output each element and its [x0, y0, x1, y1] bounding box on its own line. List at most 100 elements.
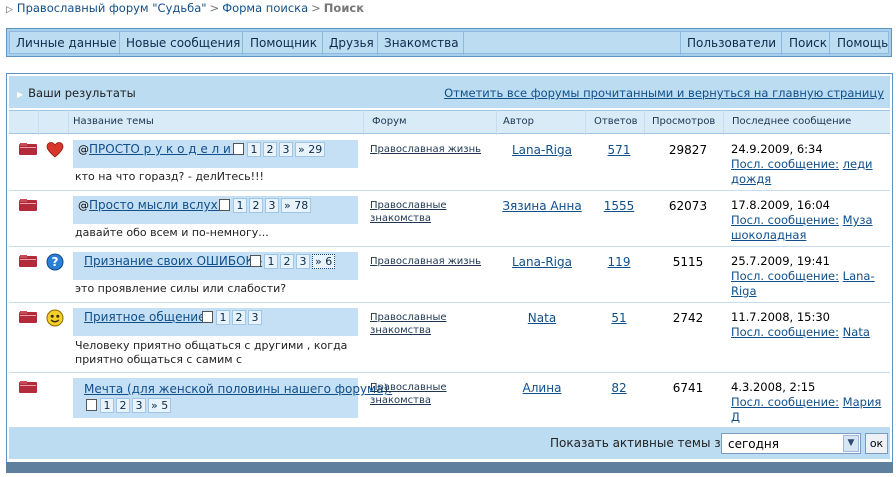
breadcrumb-search-form-link[interactable]: Форма поиска: [222, 1, 308, 15]
author-link[interactable]: Алина: [498, 381, 586, 395]
page-link[interactable]: 2: [116, 398, 130, 413]
replies-link[interactable]: 119: [589, 255, 649, 269]
page-link[interactable]: 1: [216, 310, 230, 325]
nav-divider: [463, 32, 464, 55]
page-link[interactable]: 2: [263, 142, 277, 157]
page-link[interactable]: 2: [280, 254, 294, 269]
pin-marker: @: [78, 143, 89, 156]
topic-link[interactable]: Просто мысли вслух...: [89, 198, 229, 212]
breadcrumb-arrow-icon: ▷: [6, 5, 13, 15]
results-title-text: Ваши результаты: [28, 86, 136, 100]
topic-pages: 1 2 3» 5: [86, 398, 173, 414]
page-last-link[interactable]: » 6: [312, 254, 336, 269]
topic-pages: 1 2 3» 6: [250, 254, 337, 270]
results-header: ▶ Ваши результаты Отметить все форумы про…: [9, 76, 890, 108]
views-count: 2742: [672, 311, 704, 325]
forum-link[interactable]: Православная жизнь: [370, 143, 490, 156]
page-icon: [202, 311, 213, 323]
topic-pages: 1 2 3» 29: [233, 142, 327, 158]
nav-profile[interactable]: Личные данные: [12, 32, 121, 55]
last-post-link[interactable]: Посл. сообщение:: [731, 157, 839, 171]
last-post-link[interactable]: Посл. сообщение:: [731, 325, 839, 339]
heart-icon: [46, 142, 64, 158]
svg-text:?: ?: [52, 255, 59, 269]
page-link[interactable]: 2: [249, 198, 263, 213]
forum-link[interactable]: Православная жизнь: [370, 255, 490, 268]
nav-search[interactable]: Поиск: [785, 32, 831, 55]
page-link[interactable]: 1: [100, 398, 114, 413]
forum-link[interactable]: Православные знакомства: [370, 199, 490, 225]
table-row: Мечта (для женской половины нашего форум…: [9, 373, 890, 428]
page-link[interactable]: 1: [264, 254, 278, 269]
nav-dating[interactable]: Знакомства: [380, 32, 463, 55]
topic-description: кто на что горазд? - делИтесь!!!: [75, 170, 264, 183]
forum-link[interactable]: Православные знакомства: [370, 381, 490, 407]
col-author[interactable]: Автор: [503, 116, 534, 127]
forum-link[interactable]: Православные знакомства: [370, 311, 490, 337]
nav-divider: [781, 32, 782, 55]
author-link[interactable]: Зязина Анна: [498, 199, 586, 213]
folder-icon: [19, 255, 37, 267]
breadcrumb-separator: >: [311, 1, 321, 15]
page-link[interactable]: 3: [279, 142, 293, 157]
breadcrumb-current: Поиск: [323, 1, 365, 15]
page-last-link[interactable]: » 29: [295, 142, 326, 157]
replies-link[interactable]: 571: [589, 143, 649, 157]
page-link[interactable]: 3: [248, 310, 262, 325]
col-last-post[interactable]: Последнее сообщение: [732, 116, 851, 127]
results-title: ▶ Ваши результаты: [17, 86, 136, 100]
page-link[interactable]: 1: [247, 142, 261, 157]
topic-link[interactable]: Признание своих ОШИБОК -: [84, 254, 262, 268]
replies-link[interactable]: 82: [589, 381, 649, 395]
topic-link[interactable]: Мечта (для женской половины нашего форум…: [84, 382, 392, 396]
active-topics-bar: Показать активные темы за: сегодня ▼ ок: [9, 428, 890, 459]
col-views[interactable]: Просмотров: [652, 116, 715, 127]
replies-link[interactable]: 51: [589, 311, 649, 325]
last-post: 11.7.2008, 15:30 Посл. сообщение: Nata: [731, 310, 891, 340]
replies-link[interactable]: 1555: [589, 199, 649, 213]
author-link[interactable]: Nata: [498, 311, 586, 325]
results-panel: ▶ Ваши результаты Отметить все форумы про…: [6, 73, 893, 473]
mark-all-read-link[interactable]: Отметить все форумы прочитанными и верну…: [444, 86, 884, 100]
page-link[interactable]: 3: [296, 254, 310, 269]
topic-title: Приятное общение: [84, 310, 206, 324]
question-icon: ?: [46, 253, 64, 271]
nav-divider: [377, 32, 378, 55]
nav-users[interactable]: Пользователи: [683, 32, 780, 55]
nav-help[interactable]: Помощь: [833, 32, 892, 55]
page-icon: [86, 399, 97, 411]
topic-link[interactable]: Приятное общение: [84, 310, 206, 324]
page-last-link[interactable]: » 78: [281, 198, 312, 213]
page-last-link[interactable]: » 5: [148, 398, 172, 413]
nav-new-posts[interactable]: Новые сообщения: [122, 32, 244, 55]
navbar-inner: Личные данные Новые сообщения Помощник Д…: [9, 31, 892, 55]
col-replies[interactable]: Ответов: [594, 116, 638, 127]
page-link[interactable]: 2: [232, 310, 246, 325]
author-link[interactable]: Lana-Riga: [498, 143, 586, 157]
chevron-down-icon[interactable]: ▼: [843, 435, 859, 452]
topic-pages: 123: [202, 310, 264, 326]
author-link[interactable]: Lana-Riga: [498, 255, 586, 269]
nav-divider: [680, 32, 681, 55]
page-link[interactable]: 1: [233, 198, 247, 213]
page-link[interactable]: 3: [265, 198, 279, 213]
table-row: @ПРОСТО р у к о д е л и е 1 2 3» 29 кто на…: [9, 135, 890, 191]
topic-description: это проявление силы или слабости?: [75, 282, 287, 295]
nav-assistant[interactable]: Помощник: [246, 32, 321, 55]
topic-link[interactable]: ПРОСТО р у к о д е л и е: [89, 142, 242, 156]
folder-icon: [19, 143, 37, 155]
last-post-user-link[interactable]: Nata: [843, 325, 870, 339]
period-select[interactable]: сегодня ▼: [721, 433, 861, 454]
last-post-date: 25.7.2009, 19:41: [731, 254, 830, 268]
col-forum[interactable]: Форум: [372, 116, 407, 127]
page-link[interactable]: 3: [132, 398, 146, 413]
views-count: 62073: [668, 199, 708, 213]
nav-friends[interactable]: Друзья: [325, 32, 378, 55]
last-post-link[interactable]: Посл. сообщение:: [731, 395, 839, 409]
col-topic[interactable]: Название темы: [73, 116, 154, 127]
breadcrumb-separator: >: [209, 1, 220, 15]
last-post-link[interactable]: Посл. сообщение:: [731, 213, 839, 227]
ok-button[interactable]: ок: [865, 433, 888, 454]
breadcrumb-forum-link[interactable]: Православный форум "Судьба": [17, 1, 207, 15]
last-post-link[interactable]: Посл. сообщение:: [731, 269, 839, 283]
